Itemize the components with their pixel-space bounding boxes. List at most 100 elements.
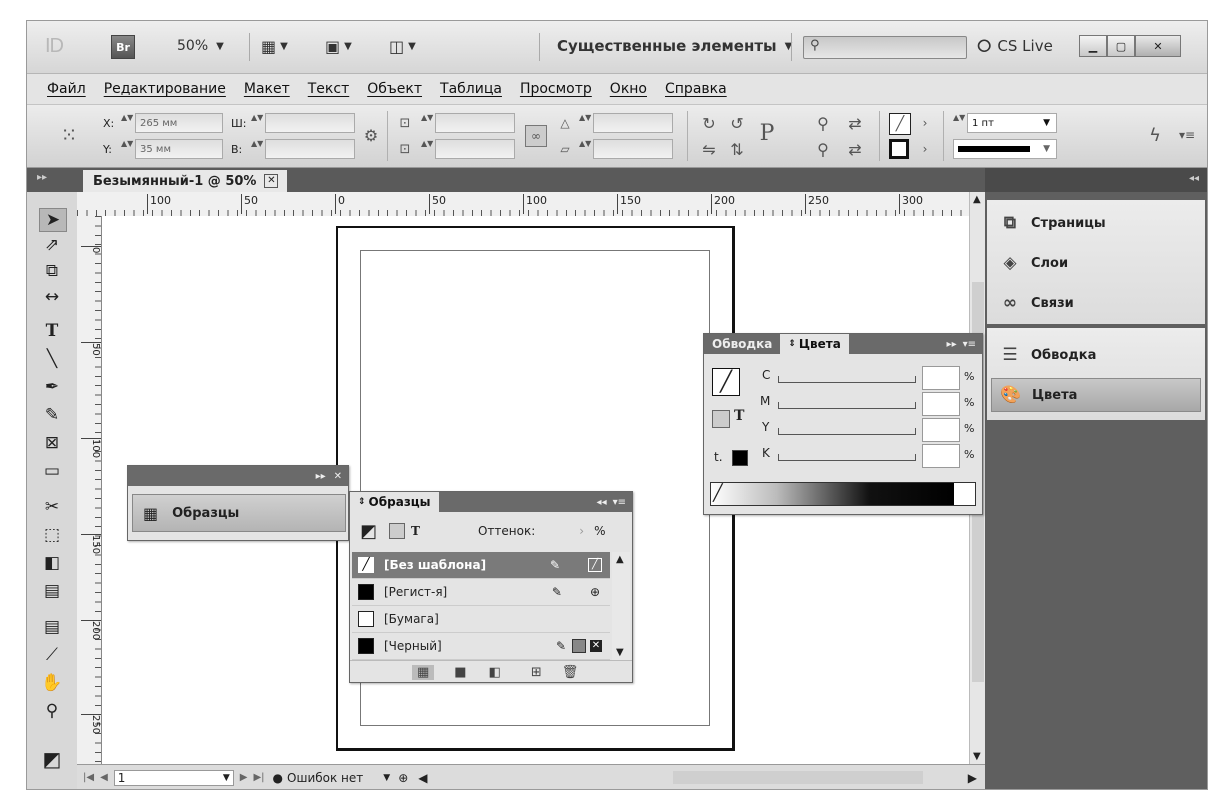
quick-apply-icon[interactable]: ϟ <box>1145 125 1165 146</box>
rectangle-tool-icon[interactable]: ▭ <box>39 460 65 482</box>
formatting-container-icon[interactable] <box>389 523 406 539</box>
rectangle-frame-tool-icon[interactable]: ⊠ <box>39 432 65 454</box>
gradient-swatch-tool-icon[interactable]: ◧ <box>39 552 65 574</box>
close-icon[interactable]: ✕ <box>264 174 279 188</box>
swatch-row[interactable]: [Черный] ✎ ✕ <box>352 633 610 660</box>
rotate-cw-icon[interactable]: ↻ <box>699 113 719 133</box>
stroke-type-dropdown[interactable]: ▼ <box>953 139 1057 159</box>
yellow-slider[interactable] <box>778 428 916 435</box>
select-content-icon[interactable]: ⚲ <box>813 139 833 159</box>
chevron-down-icon[interactable]: ▼ <box>383 773 390 783</box>
show-color-swatches-icon[interactable]: ■ <box>454 665 466 680</box>
gradient-feather-tool-icon[interactable]: ▤ <box>39 580 65 602</box>
swatch-row[interactable]: [Бумага] <box>352 606 610 633</box>
constrain-proportions-icon[interactable]: ⚙ <box>361 125 381 145</box>
formatting-text-icon[interactable]: T <box>734 408 744 424</box>
show-gradient-swatches-icon[interactable]: ◧ <box>489 665 501 680</box>
search-input[interactable]: ⚲ <box>803 36 967 59</box>
menu-layout[interactable]: Макет <box>244 81 290 97</box>
new-swatch-icon[interactable]: ⊞ <box>531 665 542 680</box>
y-field[interactable]: 35 мм <box>135 139 223 159</box>
magenta-slider[interactable] <box>778 402 916 409</box>
type-tool-icon[interactable]: T <box>39 320 65 342</box>
scale-x-stepper[interactable]: ▲▼ <box>421 113 433 133</box>
maximize-button[interactable]: ▢ <box>1107 35 1135 57</box>
h-field[interactable] <box>265 139 355 159</box>
expand-icon[interactable]: ▸▸ <box>947 339 957 350</box>
scroll-down-icon[interactable]: ▼ <box>616 647 624 658</box>
swatch-row[interactable]: [Регист-я] ✎ ⊕ <box>352 579 610 606</box>
menu-help[interactable]: Справка <box>665 81 727 97</box>
preflight-menu-icon[interactable]: ⊕ <box>398 771 408 785</box>
show-all-swatches-icon[interactable]: ▦ <box>412 664 435 680</box>
menu-view[interactable]: Просмотр <box>520 81 592 97</box>
expand-icon[interactable]: ▸▸ <box>316 471 326 482</box>
last-page-icon[interactable]: ▶| <box>253 772 264 783</box>
reference-point-icon[interactable]: ⁙ <box>59 123 79 147</box>
stroke-arrow-icon[interactable]: › <box>915 139 935 159</box>
black-color-icon[interactable] <box>732 450 748 466</box>
x-stepper[interactable]: ▲▼ <box>121 113 133 133</box>
panel-menu-icon[interactable]: ▾≡ <box>963 339 976 350</box>
select-next-icon[interactable]: ⇄ <box>845 139 865 159</box>
minimize-button[interactable]: ▁ <box>1079 35 1107 57</box>
shear-stepper[interactable]: ▲▼ <box>579 139 591 159</box>
direct-selection-tool-icon[interactable]: ⇗ <box>39 234 65 256</box>
rotate-ccw-icon[interactable]: ↺ <box>727 113 747 133</box>
dock-item-layers[interactable]: ◈ Слои <box>997 248 1068 278</box>
scale-y-field[interactable] <box>435 139 515 159</box>
none-color-icon[interactable]: t. <box>714 450 723 464</box>
formatting-container-icon[interactable] <box>712 410 730 428</box>
menu-file[interactable]: Файл <box>47 81 86 97</box>
panel-menu-icon[interactable]: ▾≡ <box>613 497 626 508</box>
tab-swatches[interactable]: ⇕ Образцы <box>350 492 439 512</box>
swatches-scrollbar[interactable]: ▲ ▼ <box>612 552 630 660</box>
close-icon[interactable]: ✕ <box>334 471 342 482</box>
yellow-field[interactable] <box>922 418 960 442</box>
menu-edit[interactable]: Редактирование <box>104 81 226 97</box>
cs-live-button[interactable]: ⭘ CS Live <box>977 35 1053 57</box>
menu-object[interactable]: Объект <box>367 81 422 97</box>
free-transform-tool-icon[interactable]: ⬚ <box>39 524 65 546</box>
scale-x-field[interactable] <box>435 113 515 133</box>
scale-y-stepper[interactable]: ▲▼ <box>421 139 433 159</box>
close-button[interactable]: ✕ <box>1135 35 1181 57</box>
pen-tool-icon[interactable]: ✒ <box>39 376 65 398</box>
zoom-tool-icon[interactable]: ⚲ <box>39 700 65 722</box>
line-tool-icon[interactable]: ╲ <box>39 348 65 370</box>
w-field[interactable] <box>265 113 355 133</box>
dock-item-stroke[interactable]: ☰ Обводка <box>997 340 1096 370</box>
swatches-panel-button[interactable]: ▦ Образцы <box>132 494 346 532</box>
page-number-field[interactable]: 1 ▼ <box>113 769 234 786</box>
collapse-icon[interactable]: ◂◂ <box>597 497 607 508</box>
first-page-icon[interactable]: |◀ <box>83 772 94 783</box>
view-options-button[interactable]: ▦ ▼ <box>261 35 288 57</box>
scroll-right-icon[interactable]: ▶ <box>968 771 977 785</box>
stroke-weight-field[interactable]: 1 пт ▼ <box>967 113 1057 133</box>
eyedropper-tool-icon[interactable]: ⟋ <box>39 644 65 666</box>
scroll-left-icon[interactable]: ◀ <box>418 771 427 785</box>
stroke-black-icon[interactable] <box>889 139 909 159</box>
flip-horizontal-icon[interactable]: ⇋ <box>699 139 719 159</box>
magenta-field[interactable] <box>922 392 960 416</box>
previous-page-icon[interactable]: ◀ <box>100 772 108 783</box>
link-icon[interactable]: ∞ <box>525 125 547 147</box>
y-stepper[interactable]: ▲▼ <box>121 139 133 159</box>
formatting-text-icon[interactable]: T <box>411 524 420 538</box>
bridge-button[interactable]: Br <box>111 35 135 59</box>
workspace-switcher[interactable]: Существенные элементы ▼ <box>557 35 792 57</box>
delete-swatch-icon[interactable]: 🗑 <box>562 665 579 680</box>
select-container-icon[interactable]: ⚲ <box>813 113 833 133</box>
document-tab[interactable]: Безымянный-1 @ 50% ✕ <box>83 170 287 192</box>
pencil-tool-icon[interactable]: ✎ <box>39 404 65 426</box>
flip-vertical-icon[interactable]: ⇅ <box>727 139 747 159</box>
tab-stroke[interactable]: Обводка <box>704 337 780 351</box>
hand-tool-icon[interactable]: ✋ <box>39 672 65 694</box>
menu-type[interactable]: Текст <box>308 81 349 97</box>
preflight-status[interactable]: Ошибок нет <box>287 771 363 785</box>
dock-item-color[interactable]: 🎨 Цвета <box>991 378 1201 412</box>
stroke-weight-stepper[interactable]: ▲▼ <box>953 113 965 133</box>
rotate-field[interactable] <box>593 113 673 133</box>
page-tool-icon[interactable]: ⧉ <box>39 260 65 282</box>
horizontal-scroll-thumb[interactable] <box>673 771 923 784</box>
